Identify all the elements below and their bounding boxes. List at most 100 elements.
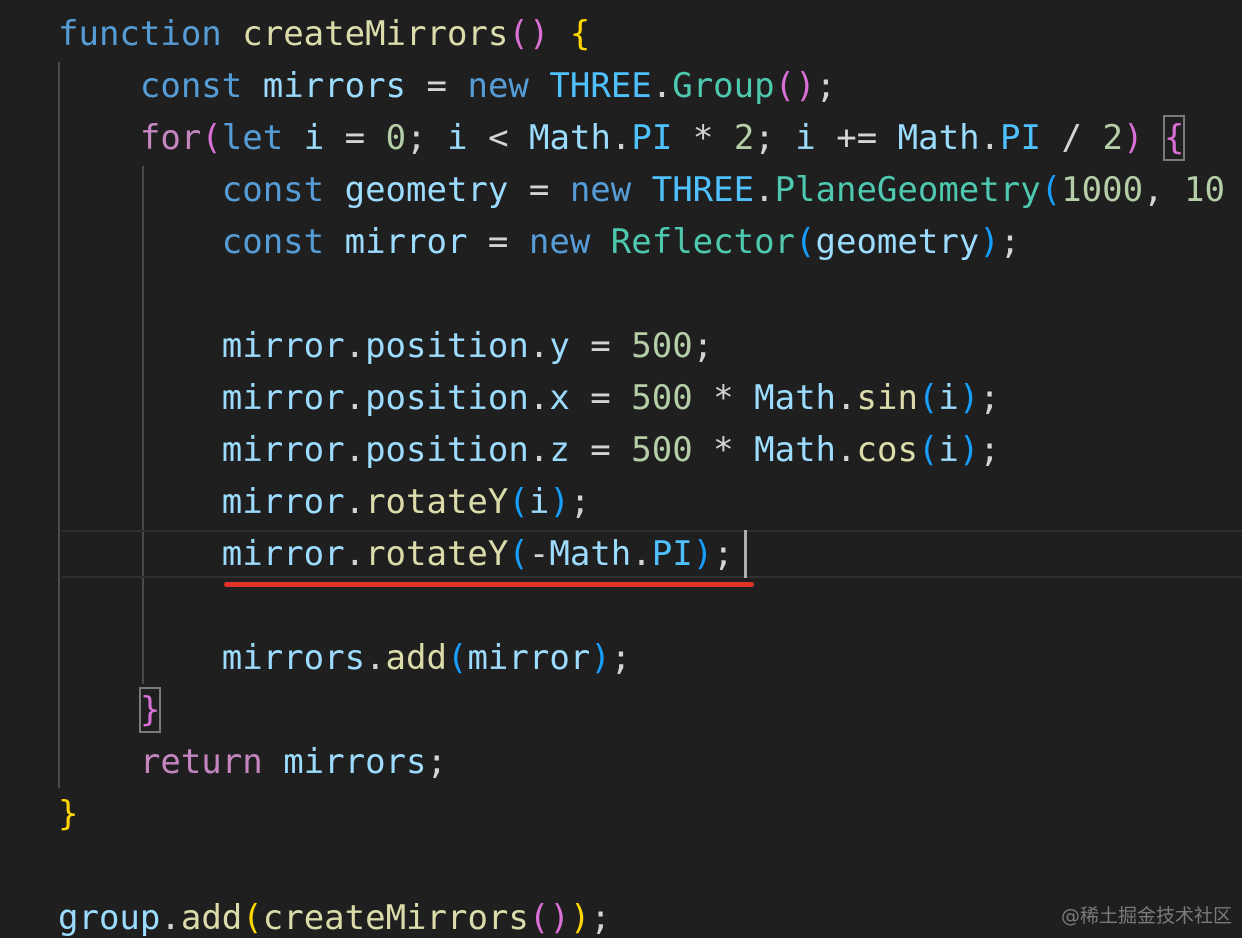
code-line-1[interactable]: function createMirrors() { bbox=[58, 8, 590, 60]
code-line-15[interactable]: return mirrors; bbox=[58, 736, 447, 788]
code-line-5[interactable]: const mirror = new Reflector(geometry); bbox=[58, 216, 1020, 268]
code-token: ) bbox=[549, 898, 570, 938]
code-token: 0 bbox=[385, 118, 407, 158]
code-token: . bbox=[610, 118, 632, 158]
code-token: i bbox=[938, 378, 959, 418]
code-token: ; bbox=[979, 430, 1000, 470]
code-token: ( bbox=[528, 898, 550, 938]
code-token: / bbox=[1061, 118, 1082, 158]
code-token: . bbox=[754, 170, 775, 210]
code-line-2[interactable]: const mirrors = new THREE.Group(); bbox=[58, 60, 836, 112]
code-token: = bbox=[590, 326, 611, 366]
code-token: ( bbox=[446, 638, 468, 678]
code-line-10[interactable]: mirror.rotateY(i); bbox=[58, 476, 591, 528]
code-token: ( bbox=[508, 14, 529, 54]
code-token: PI bbox=[631, 118, 673, 158]
code-token: ; bbox=[406, 118, 427, 158]
code-token: - bbox=[528, 534, 550, 574]
bracket-match-highlight: } bbox=[138, 687, 162, 733]
code-token: . bbox=[651, 66, 673, 106]
code-token: const bbox=[139, 66, 243, 106]
code-token: 2 bbox=[1102, 118, 1123, 158]
code-token: . bbox=[528, 430, 550, 470]
code-token: ) bbox=[692, 534, 714, 574]
code-line-14[interactable]: } bbox=[58, 684, 162, 736]
code-token: position bbox=[365, 378, 529, 418]
code-token: position bbox=[365, 326, 529, 366]
code-token: i bbox=[303, 118, 325, 158]
text-cursor bbox=[744, 530, 747, 578]
code-token: new bbox=[569, 170, 632, 210]
code-token: ( bbox=[508, 534, 529, 574]
code-token: createMirrors bbox=[242, 14, 509, 54]
code-token: cos bbox=[856, 430, 918, 470]
code-token: ) bbox=[590, 638, 611, 678]
code-editor[interactable]: function createMirrors() { const mirrors… bbox=[0, 0, 1242, 938]
code-token: . bbox=[344, 326, 366, 366]
code-line-11[interactable]: mirror.rotateY(-Math.PI); bbox=[58, 528, 734, 580]
code-token: . bbox=[528, 378, 550, 418]
code-token: createMirrors bbox=[262, 898, 529, 938]
code-token: . bbox=[344, 482, 366, 522]
code-token: Math bbox=[754, 378, 837, 418]
code-token: . bbox=[528, 326, 550, 366]
code-token: i bbox=[447, 118, 468, 158]
code-line-18[interactable]: group.add(createMirrors()); bbox=[58, 892, 611, 938]
code-token: Group bbox=[672, 66, 775, 106]
code-token: ; bbox=[692, 326, 714, 366]
bracket-match-highlight: { bbox=[1162, 115, 1186, 161]
code-token: position bbox=[365, 430, 529, 470]
red-underline-annotation bbox=[224, 582, 754, 587]
code-token: z bbox=[549, 430, 570, 470]
code-token: ( bbox=[917, 378, 939, 418]
code-token: ; bbox=[713, 534, 734, 574]
code-token: for bbox=[139, 118, 202, 158]
code-token: . bbox=[836, 430, 857, 470]
code-token: ; bbox=[569, 482, 591, 522]
code-line-13[interactable]: mirrors.add(mirror); bbox=[58, 632, 631, 684]
code-token: mirror bbox=[221, 482, 345, 522]
code-token: geometry bbox=[815, 222, 980, 262]
code-token: ( bbox=[774, 66, 796, 106]
code-token: mirror bbox=[221, 430, 345, 470]
code-token: = bbox=[487, 222, 509, 262]
code-token: = bbox=[528, 170, 550, 210]
code-token: = bbox=[590, 430, 611, 470]
code-token: PlaneGeometry bbox=[774, 170, 1041, 210]
code-token: . bbox=[836, 378, 857, 418]
code-token: mirror bbox=[221, 378, 345, 418]
code-line-3[interactable]: for(let i = 0; i < Math.PI * 2; i += Mat… bbox=[58, 112, 1186, 164]
code-token: add bbox=[180, 898, 243, 938]
code-token: group bbox=[58, 898, 161, 938]
code-token: x bbox=[549, 378, 570, 418]
code-token: ; bbox=[426, 742, 447, 782]
code-token: mirror bbox=[344, 222, 468, 262]
code-token: new bbox=[528, 222, 591, 262]
code-line-8[interactable]: mirror.position.x = 500 * Math.sin(i); bbox=[58, 372, 1000, 424]
code-token: ; bbox=[610, 638, 632, 678]
code-token: * bbox=[692, 118, 714, 158]
code-token: mirror bbox=[221, 326, 345, 366]
code-token: THREE bbox=[549, 66, 652, 106]
code-token: . bbox=[365, 638, 386, 678]
code-token: ) bbox=[1122, 118, 1144, 158]
code-token: Math bbox=[549, 534, 632, 574]
code-line-7[interactable]: mirror.position.y = 500; bbox=[58, 320, 713, 372]
code-token: ) bbox=[958, 430, 980, 470]
code-line-16[interactable]: } bbox=[58, 788, 78, 840]
code-token: = bbox=[426, 66, 447, 106]
code-line-9[interactable]: mirror.position.z = 500 * Math.cos(i); bbox=[58, 424, 1000, 476]
code-token: i bbox=[528, 482, 550, 522]
code-line-4[interactable]: const geometry = new THREE.PlaneGeometry… bbox=[58, 164, 1225, 216]
code-token: ) bbox=[979, 222, 1000, 262]
code-token: PI bbox=[651, 534, 693, 574]
code-token: ( bbox=[242, 898, 263, 938]
code-token: . bbox=[344, 378, 366, 418]
code-token: * bbox=[713, 378, 734, 418]
code-token: . bbox=[160, 898, 181, 938]
code-token: ( bbox=[201, 118, 222, 158]
code-token: ( bbox=[917, 430, 939, 470]
code-token: ; bbox=[999, 222, 1021, 262]
code-token: . bbox=[344, 430, 366, 470]
code-token: add bbox=[385, 638, 447, 678]
